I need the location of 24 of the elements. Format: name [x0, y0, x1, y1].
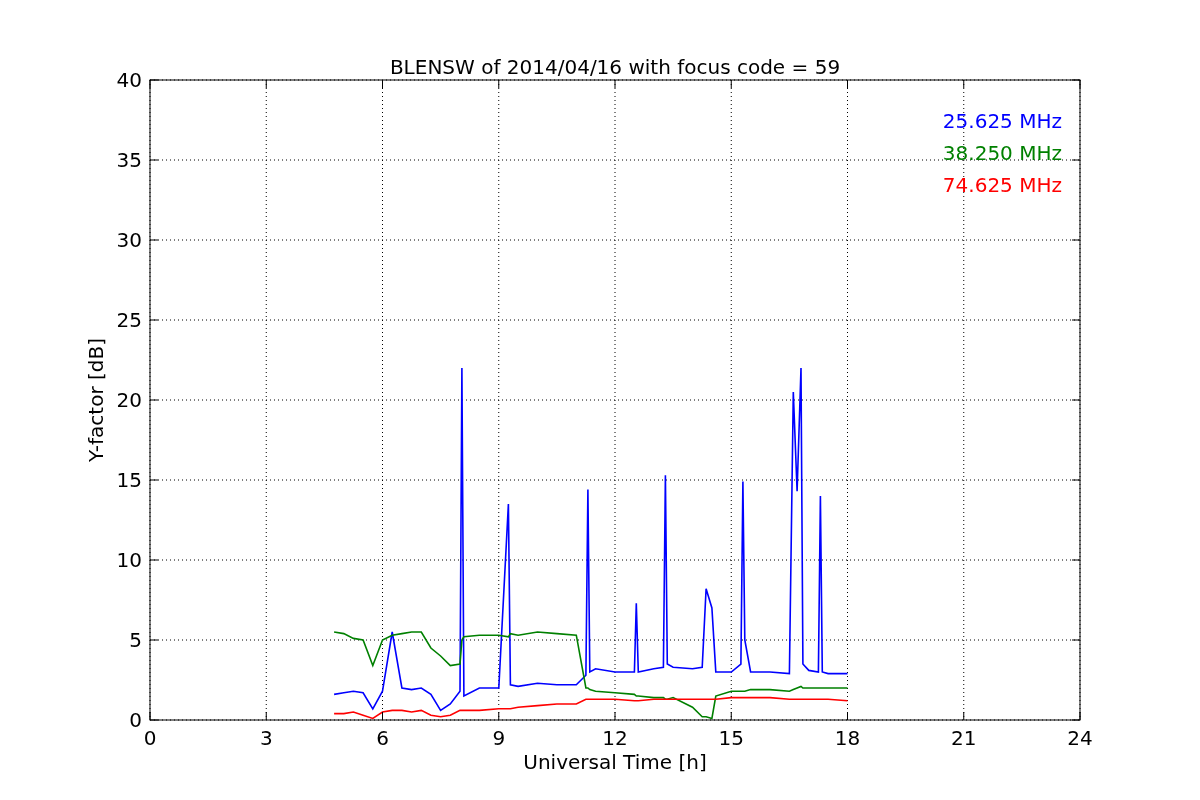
x-tick-label: 3 [259, 726, 273, 750]
y-tick-label: 5 [129, 628, 142, 652]
x-tick-label: 24 [1067, 726, 1093, 750]
x-axis-label: Universal Time [h] [523, 750, 707, 774]
y-tick-label: 10 [116, 548, 142, 572]
y-tick-label: 0 [129, 708, 142, 732]
x-tick-label: 9 [492, 726, 506, 750]
x-tick-label: 18 [834, 726, 861, 750]
chart-title: BLENSW of 2014/04/16 with focus code = 59 [389, 55, 841, 79]
x-tick-label: 15 [718, 726, 744, 750]
legend-entry: 38.250 MHz [942, 141, 1062, 165]
legend-entry: 25.625 MHz [942, 109, 1062, 133]
x-tick-label: 6 [376, 726, 389, 750]
legend-entry: 74.625 MHz [942, 173, 1062, 197]
y-tick-label: 20 [116, 388, 142, 412]
y-axis-label: Y-factor [dB] [84, 338, 108, 462]
y-tick-label: 25 [116, 308, 142, 332]
y-tick-label: 40 [116, 68, 142, 92]
y-tick-label: 35 [116, 148, 142, 172]
y-tick-label: 15 [116, 468, 142, 492]
y-tick-label: 30 [116, 228, 142, 252]
x-tick-label: 21 [951, 726, 977, 750]
x-tick-label: 0 [143, 726, 157, 750]
x-tick-label: 12 [602, 726, 628, 750]
